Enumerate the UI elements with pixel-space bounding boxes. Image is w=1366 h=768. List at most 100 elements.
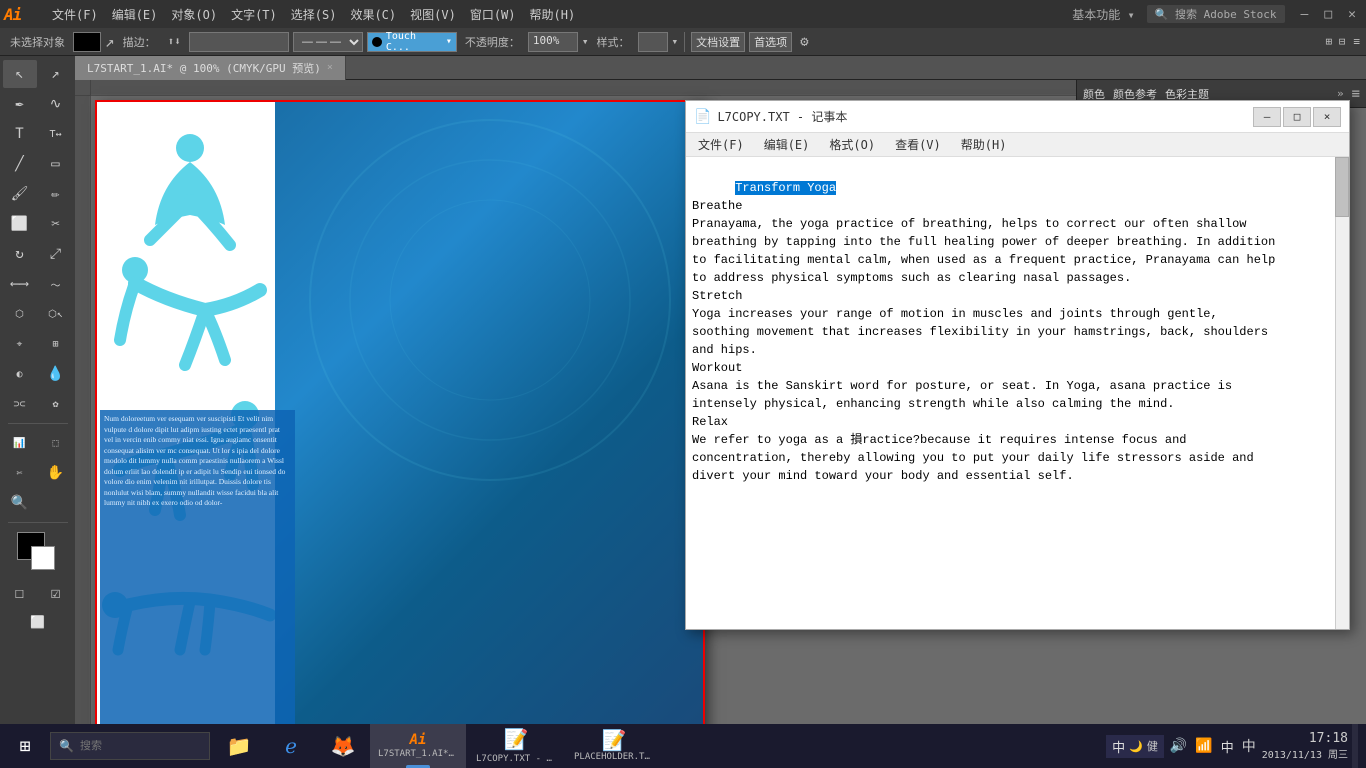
eraser-tool[interactable]: ⬜ xyxy=(3,210,37,238)
notepad-close-btn[interactable]: × xyxy=(1313,107,1341,127)
notepad-scroll-thumb[interactable] xyxy=(1335,157,1349,217)
column-graph-tool[interactable]: 📊 xyxy=(3,429,37,457)
menu-view[interactable]: 视图(V) xyxy=(404,4,462,25)
taskbar-notepad-l7copy[interactable]: 📝 L7COPY.TXT - 记... xyxy=(468,724,564,768)
taskbar-firefox[interactable]: 🦊 xyxy=(318,724,368,768)
taskbar-illustrator[interactable]: Ai L7START_1.AI* @... xyxy=(370,724,466,768)
selection-tool[interactable]: ↖ xyxy=(3,60,37,88)
notepad-menu-format[interactable]: 格式(O) xyxy=(825,134,879,155)
show-desktop-btn[interactable] xyxy=(1352,724,1358,768)
live-paint-tool[interactable]: ⬡ xyxy=(3,300,37,328)
stroke-input[interactable] xyxy=(189,32,289,52)
touch-dropdown[interactable]: Touch C... ▾ xyxy=(367,32,457,52)
normal-mode[interactable]: ☐ xyxy=(3,578,37,606)
input-method-icon[interactable]: 中 xyxy=(1240,734,1258,758)
document-tab-close[interactable]: × xyxy=(327,62,333,73)
perspective-grid[interactable]: ⌖ xyxy=(3,330,37,358)
width-tool[interactable]: ⟵⟶ xyxy=(3,270,37,298)
restore-btn[interactable]: □ xyxy=(1318,7,1338,22)
stroke-arrows[interactable]: ⬆⬇ xyxy=(164,34,185,49)
rotate-tool[interactable]: ↻ xyxy=(3,240,37,268)
ime-area[interactable]: 中 🌙 健 xyxy=(1106,735,1164,758)
panel-menu[interactable]: ≡ xyxy=(1352,86,1360,102)
touch-arrow: ▾ xyxy=(446,36,452,47)
paintbrush-tool[interactable]: 🖌 xyxy=(3,180,37,208)
close-btn[interactable]: ✕ xyxy=(1342,7,1362,22)
live-paint-select[interactable]: ⬡↖ xyxy=(39,300,73,328)
type-tool[interactable]: T xyxy=(3,120,37,148)
notepad-menu-help[interactable]: 帮助(H) xyxy=(957,134,1011,155)
taskbar-notepad-placeholder[interactable]: 📝 PLACEHOLDER.TX... xyxy=(566,724,662,768)
slice-tool[interactable]: ✄ xyxy=(3,459,37,487)
gradient-tool[interactable]: ◐ xyxy=(3,360,37,388)
blend-tool[interactable]: ⊃⊂ xyxy=(3,390,37,418)
taskbar-edge[interactable]: ℯ xyxy=(266,724,316,768)
panel-expand[interactable]: » xyxy=(1337,87,1344,100)
mesh-tool[interactable]: ⊞ xyxy=(39,330,73,358)
align-icons[interactable]: ⊞ ⊟ xyxy=(1326,35,1346,48)
artboard-tool[interactable]: ⬚ xyxy=(39,429,73,457)
network-icon[interactable]: 📶 xyxy=(1193,736,1214,756)
zoom-tool-2[interactable] xyxy=(39,489,73,517)
draw-tools-row-2: T T↔ xyxy=(3,120,73,148)
touch-type-tool[interactable]: T↔ xyxy=(39,120,73,148)
zoom-tool[interactable]: 🔍 xyxy=(3,489,37,517)
pencil-tool[interactable]: ✏ xyxy=(39,180,73,208)
notepad-menu-file[interactable]: 文件(F) xyxy=(694,134,748,155)
line-tool[interactable]: ╱ xyxy=(3,150,37,178)
stroke-select[interactable]: — — — xyxy=(293,32,363,52)
search-input[interactable] xyxy=(80,740,201,752)
notepad-window-controls: — □ × xyxy=(1253,107,1341,127)
curvature-tool[interactable]: ∿ xyxy=(39,90,73,118)
notepad-doc-icon: 📄 xyxy=(694,109,711,125)
notepad-menu-view[interactable]: 查看(V) xyxy=(891,134,945,155)
notepad-scrollbar[interactable] xyxy=(1335,157,1349,629)
notepad-minimize-btn[interactable]: — xyxy=(1253,107,1281,127)
minimize-btn[interactable]: — xyxy=(1295,7,1315,22)
menu-select[interactable]: 选择(S) xyxy=(285,4,343,25)
ime-chinese: 中 xyxy=(1112,737,1125,756)
menu-help[interactable]: 帮助(H) xyxy=(524,4,582,25)
menu-edit[interactable]: 编辑(E) xyxy=(106,4,164,25)
menu-window[interactable]: 窗口(W) xyxy=(464,4,522,25)
clock[interactable]: 17:18 2013/11/13 周三 xyxy=(1262,731,1348,761)
more-options[interactable]: ⚙ xyxy=(800,34,808,50)
direct-select-tool[interactable]: ↗ xyxy=(39,60,73,88)
search-stock[interactable]: 🔍 搜索 Adobe Stock xyxy=(1147,5,1285,23)
fill-color[interactable] xyxy=(73,32,101,52)
menu-file[interactable]: 文件(F) xyxy=(46,4,104,25)
drawing-modes[interactable]: ☑ xyxy=(39,578,73,606)
more-options-right[interactable]: ≡ xyxy=(1353,35,1360,48)
style-preview[interactable] xyxy=(638,32,668,52)
preferences-btn[interactable]: 首选项 xyxy=(749,32,792,52)
rectangle-tool[interactable]: ▭ xyxy=(39,150,73,178)
menu-object[interactable]: 对象(O) xyxy=(165,4,223,25)
volume-icon[interactable]: 🔊 xyxy=(1168,736,1189,756)
ime-label[interactable]: 中 xyxy=(1219,735,1236,758)
warp-tool[interactable]: ～ xyxy=(39,270,73,298)
pen-tool[interactable]: ✒ xyxy=(3,90,37,118)
doc-settings-btn[interactable]: 文档设置 xyxy=(691,32,745,52)
ruler-corner xyxy=(75,80,91,96)
document-tab[interactable]: L7START_1.AI* @ 100% (CMYK/GPU 预览) × xyxy=(75,56,346,80)
opacity-input[interactable]: 100% xyxy=(528,32,578,52)
menu-text[interactable]: 文字(T) xyxy=(225,4,283,25)
taskbar-explorer[interactable]: 📁 xyxy=(214,724,264,768)
start-button[interactable]: ⊞ xyxy=(0,724,50,768)
notepad-menu-edit[interactable]: 编辑(E) xyxy=(760,134,814,155)
style-arrow[interactable]: ▾ xyxy=(672,35,679,48)
notepad-text-area[interactable]: Transform Yoga Breathe Pranayama, the yo… xyxy=(686,157,1335,629)
stroke-selector[interactable]: ↗ xyxy=(105,32,115,51)
scissors-tool[interactable]: ✂ xyxy=(39,210,73,238)
stroke-color-box[interactable] xyxy=(31,546,55,570)
eyedropper-tool[interactable]: 💧 xyxy=(39,360,73,388)
scale-tool[interactable]: ⤢ xyxy=(39,240,73,268)
hand-tool[interactable]: ✋ xyxy=(39,459,73,487)
taskbar-search[interactable]: 🔍 xyxy=(50,732,210,760)
menu-effect[interactable]: 效果(C) xyxy=(344,4,402,25)
notepad-placeholder-label: PLACEHOLDER.TX... xyxy=(574,752,654,762)
change-screen-mode[interactable]: ⬜ xyxy=(21,608,55,636)
symbol-tool[interactable]: ✿ xyxy=(39,390,73,418)
notepad-maximize-btn[interactable]: □ xyxy=(1283,107,1311,127)
opacity-arrow[interactable]: ▾ xyxy=(582,35,589,48)
